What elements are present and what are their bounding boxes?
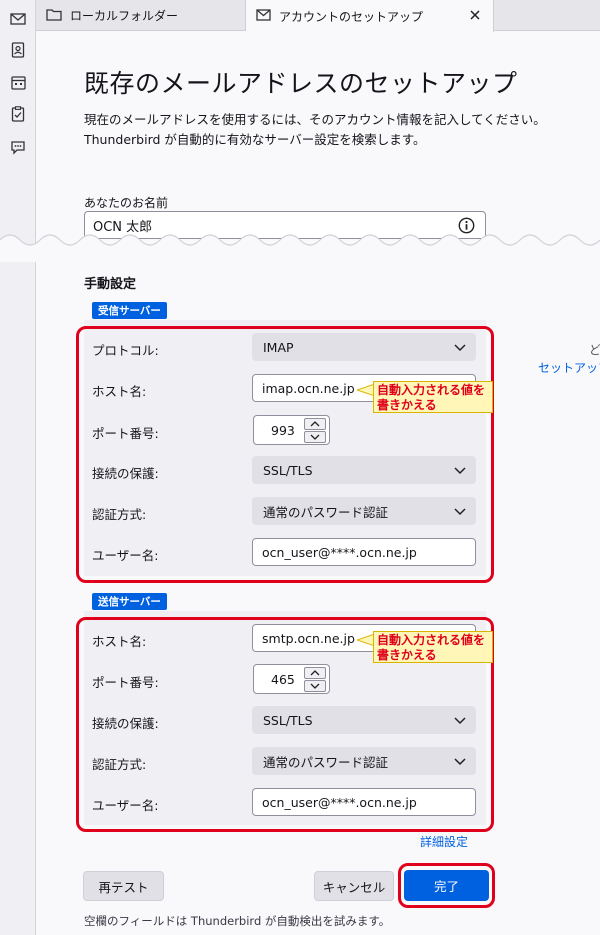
outgoing-auth-value: 通常のパスワード認証 xyxy=(263,754,389,770)
outgoing-username-value: ocn_user@****.ocn.ne.jp xyxy=(262,794,417,810)
callout-text: 自動入力される値を xyxy=(377,633,486,647)
annotation-callout: 自動入力される値を 書きかえる xyxy=(373,381,493,413)
callout-text: 自動入力される値を xyxy=(377,383,486,397)
outgoing-auth-label: 認証方式: xyxy=(92,757,147,772)
page-description: 現在のメールアドレスを使用するには、そのアカウント情報を記入してください。 xyxy=(84,112,546,127)
tab-bar: ローカルフォルダー アカウントのセットアップ xyxy=(36,0,600,32)
outgoing-host-label: ホスト名: xyxy=(92,634,147,649)
done-button[interactable]: 完了 xyxy=(404,870,489,901)
decrement-button[interactable] xyxy=(304,680,326,692)
retest-button[interactable]: 再テスト xyxy=(83,871,164,901)
outgoing-security-value: SSL/TLS xyxy=(263,712,313,728)
annotation-callout: 自動入力される値を 書きかえる xyxy=(373,631,493,663)
decrement-button[interactable] xyxy=(304,431,326,443)
calendar-icon[interactable] xyxy=(8,72,28,92)
incoming-host-value: imap.ocn.ne.jp xyxy=(262,380,355,396)
protocol-value: IMAP xyxy=(263,339,294,355)
incoming-auth-value: 通常のパスワード認証 xyxy=(263,504,389,520)
side-text: ど xyxy=(589,343,600,357)
tasks-icon[interactable] xyxy=(8,104,28,124)
footer-note: 空欄のフィールドは Thunderbird が自動検出を試みます。 xyxy=(84,914,391,928)
incoming-auth-select[interactable]: 通常のパスワード認証 xyxy=(252,497,476,525)
manual-settings-heading: 手動設定 xyxy=(84,277,137,292)
incoming-username-value: ocn_user@****.ocn.ne.jp xyxy=(262,544,417,560)
mail-icon[interactable] xyxy=(8,9,28,29)
outgoing-username-input[interactable]: ocn_user@****.ocn.ne.jp xyxy=(252,788,476,816)
side-link[interactable]: セットアップの xyxy=(538,359,600,376)
tab-label: アカウントのセットアップ xyxy=(279,9,424,24)
callout-text: 書きかえる xyxy=(377,648,437,662)
incoming-security-label: 接続の保護: xyxy=(92,466,159,481)
outgoing-auth-select[interactable]: 通常のパスワード認証 xyxy=(252,747,476,775)
outgoing-port-value: 465 xyxy=(271,672,295,687)
incoming-auth-label: 認証方式: xyxy=(92,507,147,522)
chevron-down-icon xyxy=(454,508,466,516)
name-label: あなたのお名前 xyxy=(84,196,169,210)
increment-button[interactable] xyxy=(304,418,326,430)
tab-label: ローカルフォルダー xyxy=(70,9,179,23)
incoming-username-label: ユーザー名: xyxy=(92,548,159,563)
cancel-button[interactable]: キャンセル xyxy=(314,871,394,901)
outgoing-port-input[interactable]: 465 xyxy=(253,664,330,694)
chevron-down-icon xyxy=(454,344,466,352)
chevron-down-icon xyxy=(454,717,466,725)
torn-edge-divider xyxy=(0,234,600,262)
protocol-label: プロトコル: xyxy=(92,343,159,358)
chat-icon[interactable] xyxy=(8,137,28,157)
folder-icon xyxy=(46,8,62,24)
chevron-down-icon xyxy=(454,467,466,475)
outgoing-port-label: ポート番号: xyxy=(92,675,159,690)
incoming-security-value: SSL/TLS xyxy=(263,462,313,478)
outgoing-username-label: ユーザー名: xyxy=(92,798,159,813)
chevron-down-icon xyxy=(454,758,466,766)
outgoing-security-select[interactable]: SSL/TLS xyxy=(252,706,476,734)
incoming-port-input[interactable]: 993 xyxy=(253,415,330,445)
close-icon[interactable] xyxy=(467,7,483,23)
incoming-username-input[interactable]: ocn_user@****.ocn.ne.jp xyxy=(252,538,476,566)
incoming-port-value: 993 xyxy=(271,423,295,438)
page-title: 既存のメールアドレスのセットアップ xyxy=(84,69,518,98)
incoming-server-badge: 受信サーバー xyxy=(92,302,167,319)
tab-account-setup[interactable]: アカウントのセットアップ xyxy=(246,0,494,32)
outgoing-server-badge: 送信サーバー xyxy=(92,593,167,610)
advanced-settings-link[interactable]: 詳細設定 xyxy=(420,833,468,850)
mail-icon xyxy=(256,8,271,24)
incoming-security-select[interactable]: SSL/TLS xyxy=(252,456,476,484)
outgoing-security-label: 接続の保護: xyxy=(92,716,159,731)
protocol-select[interactable]: IMAP xyxy=(252,333,476,361)
callout-text: 書きかえる xyxy=(377,398,437,412)
address-book-icon[interactable] xyxy=(8,40,28,60)
incoming-port-label: ポート番号: xyxy=(92,426,159,441)
increment-button[interactable] xyxy=(304,667,326,679)
page-description: Thunderbird が自動的に有効なサーバー設定を検索します。 xyxy=(84,132,426,147)
incoming-host-label: ホスト名: xyxy=(92,384,147,399)
spaces-toolbar xyxy=(0,0,36,935)
tab-local-folders[interactable]: ローカルフォルダー xyxy=(36,0,246,31)
outgoing-host-value: smtp.ocn.ne.jp xyxy=(262,630,355,646)
